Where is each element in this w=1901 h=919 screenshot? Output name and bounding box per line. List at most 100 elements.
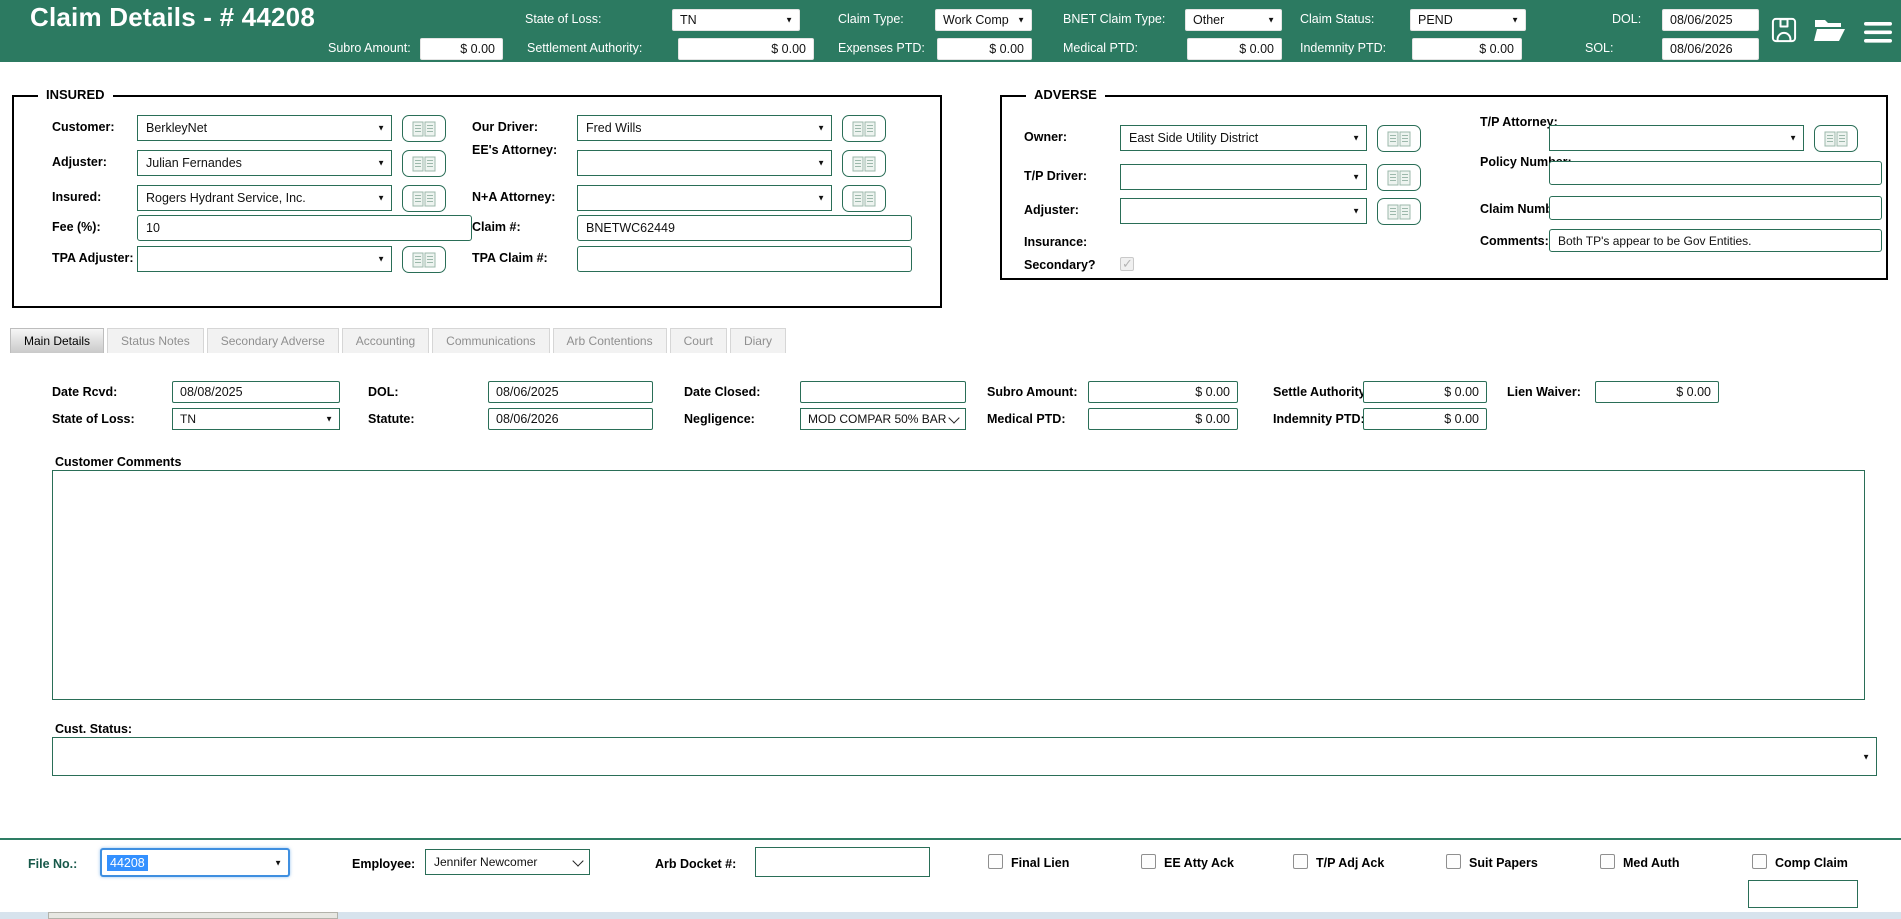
md-indemnity-ptd-input[interactable] — [1363, 408, 1487, 430]
md-medical-ptd-input[interactable] — [1088, 408, 1238, 430]
arb-docket-input[interactable] — [755, 847, 930, 877]
comp-claim-input[interactable] — [1748, 880, 1858, 908]
our-driver-lookup-button[interactable] — [842, 115, 886, 142]
bnet-claim-type-select[interactable]: Other — [1185, 9, 1282, 31]
owner-select[interactable]: East Side Utility District — [1120, 125, 1367, 151]
statute-input[interactable] — [488, 408, 653, 430]
customer-lookup-button[interactable] — [402, 115, 446, 142]
adjuster-select[interactable]: Julian Fernandes — [137, 150, 392, 176]
tab-bar: Main Details Status Notes Secondary Adve… — [10, 328, 789, 354]
na-attorney-select[interactable] — [577, 185, 832, 211]
indemnity-ptd-input[interactable] — [1412, 38, 1522, 60]
cust-status-select[interactable] — [52, 737, 1877, 776]
owner-lookup-button[interactable] — [1377, 125, 1421, 152]
subro-amount-input[interactable] — [420, 38, 503, 60]
na-attorney-lookup-button[interactable] — [842, 185, 886, 212]
fee-pct-label: Fee (%): — [52, 220, 101, 236]
settle-authority-input[interactable] — [1363, 381, 1487, 403]
menu-button[interactable] — [1860, 15, 1896, 49]
adverse-adjuster-lookup-button[interactable] — [1377, 198, 1421, 225]
claim-status-select[interactable]: PEND — [1410, 9, 1526, 31]
open-file-button[interactable] — [1812, 13, 1848, 47]
md-dol-input[interactable] — [488, 381, 653, 403]
tp-attorney-select[interactable] — [1549, 125, 1804, 151]
tab-diary[interactable]: Diary — [730, 328, 786, 354]
md-dol-label: DOL: — [368, 385, 399, 401]
contacts-book-icon — [412, 121, 436, 137]
adverse-adjuster-select[interactable] — [1120, 198, 1367, 224]
bnet-claim-type-label: BNET Claim Type: — [1063, 12, 1165, 26]
date-closed-input[interactable] — [800, 381, 966, 403]
tp-adj-ack-checkbox[interactable] — [1293, 854, 1308, 869]
adverse-comments-input[interactable] — [1549, 229, 1882, 252]
tab-court[interactable]: Court — [670, 328, 727, 354]
suit-papers-checkbox[interactable] — [1446, 854, 1461, 869]
dol-input[interactable] — [1662, 9, 1759, 31]
horizontal-scrollbar[interactable] — [0, 912, 1901, 919]
ee-attorney-select[interactable] — [577, 150, 832, 176]
tp-driver-lookup-button[interactable] — [1377, 164, 1421, 191]
state-of-loss-select[interactable]: TN — [672, 9, 800, 31]
sol-input[interactable] — [1662, 38, 1759, 60]
med-auth-label: Med Auth — [1623, 856, 1679, 870]
adjuster-lookup-button[interactable] — [402, 150, 446, 177]
tp-attorney-lookup-button[interactable] — [1814, 125, 1858, 152]
adverse-claim-number-input[interactable] — [1549, 196, 1882, 220]
contacts-book-icon — [852, 191, 876, 207]
customer-select[interactable]: BerkleyNet — [137, 115, 392, 141]
md-state-of-loss-select[interactable]: TN — [172, 408, 340, 430]
tab-accounting[interactable]: Accounting — [342, 328, 429, 354]
insurance-label: Insurance: — [1024, 235, 1087, 251]
negligence-label: Negligence: — [684, 412, 755, 428]
save-button[interactable] — [1766, 13, 1802, 47]
expenses-ptd-input[interactable] — [937, 38, 1032, 60]
tpa-adjuster-lookup-button[interactable] — [402, 246, 446, 273]
customer-comments-textarea[interactable] — [52, 470, 1865, 700]
claim-number-input[interactable] — [577, 215, 912, 241]
tab-main-details[interactable]: Main Details — [10, 328, 104, 354]
tab-secondary-adverse[interactable]: Secondary Adverse — [207, 328, 339, 354]
adjuster-label: Adjuster: — [52, 155, 107, 171]
employee-select[interactable]: Jennifer Newcomer — [425, 849, 590, 875]
fee-pct-input[interactable] — [137, 215, 472, 241]
medical-ptd-label: Medical PTD: — [1063, 41, 1138, 55]
tpa-adjuster-select[interactable] — [137, 246, 392, 272]
claim-status-label: Claim Status: — [1300, 12, 1374, 26]
comp-claim-checkbox[interactable] — [1752, 854, 1767, 869]
tp-driver-select[interactable] — [1120, 164, 1367, 190]
negligence-select[interactable]: MOD COMPAR 50% BAR — [800, 408, 966, 430]
lien-waiver-label: Lien Waiver: — [1507, 385, 1581, 401]
customer-comments-label: Customer Comments — [55, 455, 181, 471]
lien-waiver-input[interactable] — [1595, 381, 1719, 403]
insured-lookup-button[interactable] — [402, 185, 446, 212]
tpa-claim-number-input[interactable] — [577, 246, 912, 272]
tab-status-notes[interactable]: Status Notes — [107, 328, 204, 354]
date-rcvd-input[interactable] — [172, 381, 340, 403]
secondary-checkbox — [1120, 257, 1134, 271]
final-lien-checkbox[interactable] — [988, 854, 1003, 869]
file-no-combobox[interactable]: 44208 — [100, 848, 290, 877]
scrollbar-thumb[interactable] — [48, 912, 338, 919]
comp-claim-label: Comp Claim — [1775, 856, 1848, 870]
insured-select[interactable]: Rogers Hydrant Service, Inc. — [137, 185, 392, 211]
md-subro-label: Subro Amount: — [987, 385, 1078, 401]
owner-label: Owner: — [1024, 130, 1067, 146]
main-details-tab-content: Date Rcvd: DOL: Date Closed: Subro Amoun… — [8, 353, 1901, 838]
settlement-authority-input[interactable] — [678, 38, 814, 60]
ee-attorney-lookup-button[interactable] — [842, 150, 886, 177]
md-subro-input[interactable] — [1088, 381, 1238, 403]
policy-number-input[interactable] — [1549, 161, 1882, 185]
tab-arb-contentions[interactable]: Arb Contentions — [553, 328, 667, 354]
med-auth-checkbox[interactable] — [1600, 854, 1615, 869]
ee-atty-ack-checkbox[interactable] — [1141, 854, 1156, 869]
page-title: Claim Details - # 44208 — [30, 2, 315, 33]
claim-type-select[interactable]: Work Comp — [935, 9, 1032, 31]
medical-ptd-input[interactable] — [1187, 38, 1282, 60]
contacts-book-icon — [1824, 131, 1848, 147]
settlement-authority-label: Settlement Authority: — [527, 41, 642, 55]
tab-communications[interactable]: Communications — [432, 328, 549, 354]
header-bar: Claim Details - # 44208 State of Loss: T… — [0, 0, 1901, 62]
insured-panel-title: INSURED — [38, 87, 113, 102]
contacts-book-icon — [852, 121, 876, 137]
our-driver-select[interactable]: Fred Wills — [577, 115, 832, 141]
